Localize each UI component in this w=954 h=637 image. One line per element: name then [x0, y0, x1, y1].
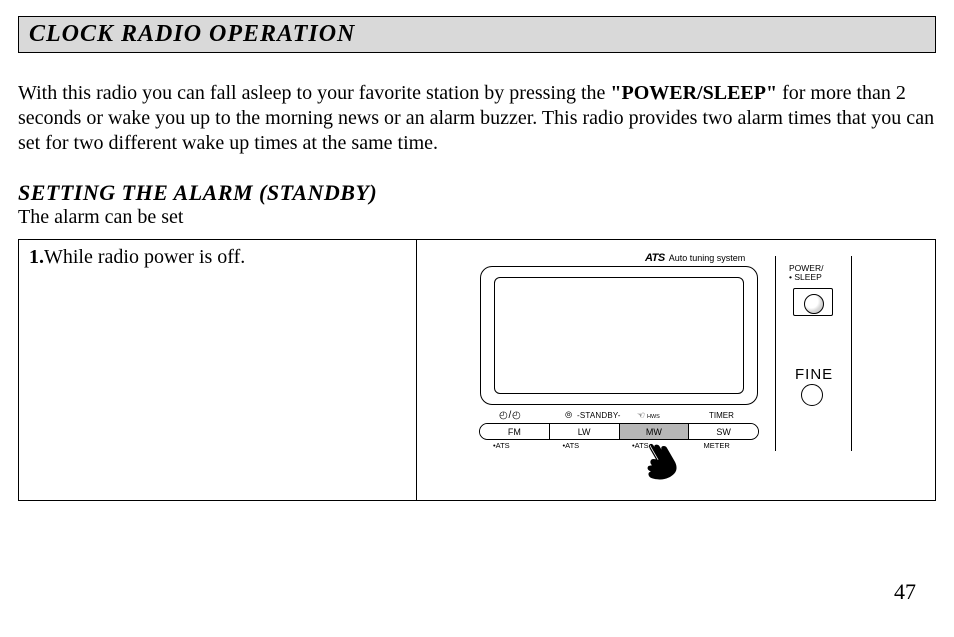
ats-bold: ATS — [645, 252, 665, 264]
page-number: 47 — [894, 579, 916, 605]
sublabel-sw: METER — [688, 441, 760, 451]
power-sleep-label: POWER/ • SLEEP — [789, 264, 823, 283]
standby-icon: ⦾ — [565, 410, 572, 421]
ats-text: Auto tuning system — [669, 253, 746, 263]
band-button-fm[interactable]: FM — [480, 424, 550, 439]
timer-label: TIMER — [709, 411, 734, 420]
hws-icon: ☜ — [637, 410, 645, 421]
panel-line-left — [775, 256, 776, 451]
power-sleep-button[interactable] — [793, 288, 833, 316]
sub-heading: SETTING THE ALARM (STANDBY) — [18, 180, 936, 206]
step-box: 1.While radio power is off. ATS Auto tun… — [18, 239, 936, 501]
step-diagram-cell: ATS Auto tuning system POWER/ • SLEEP FI… — [417, 240, 935, 500]
pointing-hand-icon — [637, 436, 685, 484]
radio-diagram: ATS Auto tuning system POWER/ • SLEEP FI… — [465, 250, 885, 510]
icon-row: ◴ / ◴ ⦾ -STANDBY- ☜ HWS TIMER — [485, 410, 755, 424]
band-sublabel-row: •ATS •ATS •ATS METER — [479, 441, 759, 451]
standby-label: -STANDBY- — [577, 411, 621, 420]
sublabel-fm: •ATS — [479, 441, 549, 451]
band-button-row: FM LW MW SW — [479, 423, 759, 440]
hws-sub: HWS — [647, 414, 660, 420]
step-number: 1. — [29, 246, 44, 268]
section-header: CLOCK RADIO OPERATION — [18, 16, 936, 53]
panel-line-right — [851, 256, 852, 451]
fine-label: FINE — [795, 366, 833, 383]
band-button-lw[interactable]: LW — [550, 424, 620, 439]
power-label-line2: • SLEEP — [789, 273, 823, 282]
band-button-sw[interactable]: SW — [689, 424, 758, 439]
intro-bold: "POWER/SLEEP" — [610, 82, 777, 104]
sub-intro: The alarm can be set — [18, 206, 936, 229]
ats-label: ATS Auto tuning system — [645, 252, 745, 264]
fine-knob[interactable] — [801, 384, 823, 406]
step-text: While radio power is off. — [44, 246, 245, 268]
lcd-screen-outer — [480, 266, 758, 405]
intro-paragraph: With this radio you can fall asleep to y… — [18, 81, 936, 156]
lcd-screen-inner — [494, 277, 744, 394]
intro-pre: With this radio you can fall asleep to y… — [18, 82, 610, 104]
step-text-cell: 1.While radio power is off. — [19, 240, 417, 500]
sublabel-lw: •ATS — [549, 441, 619, 451]
clock-icon: ◴ / ◴ — [499, 410, 520, 421]
